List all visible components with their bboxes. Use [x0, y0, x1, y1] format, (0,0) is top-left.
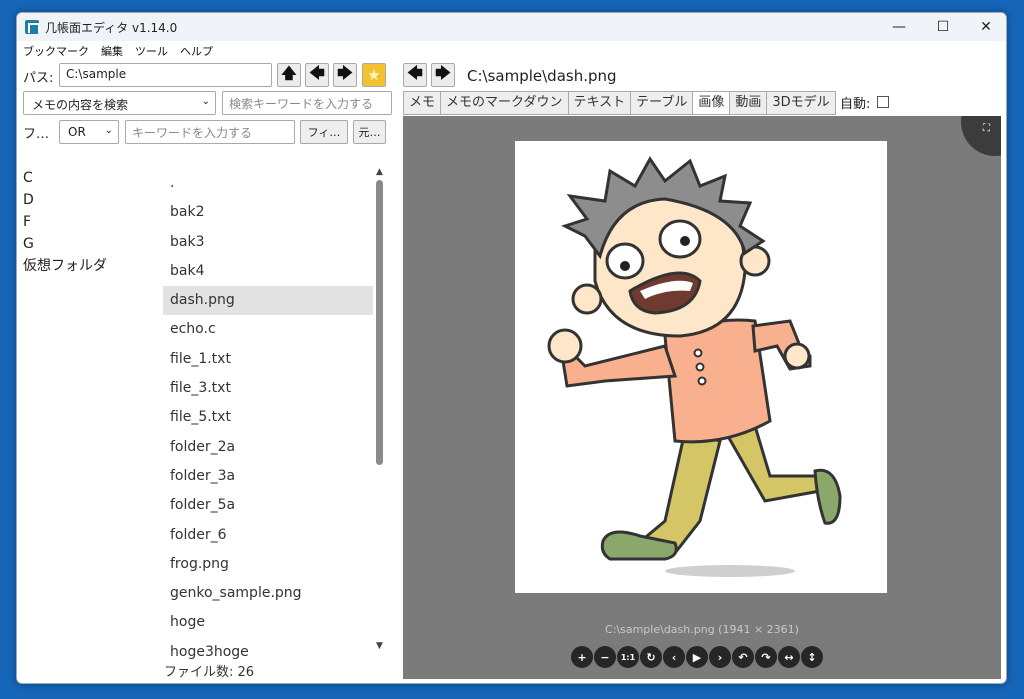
zoom-out-button[interactable]: −	[594, 646, 616, 668]
list-item[interactable]: folder_6	[163, 521, 373, 550]
path-input[interactable]: C:\sample	[59, 63, 272, 87]
arrow-left-icon: 🡄	[407, 63, 423, 82]
menu-bookmark[interactable]: ブックマーク	[23, 43, 89, 59]
title-bar: 几帳面エディタ v1.14.0 — ☐ ✕	[17, 13, 1006, 41]
drive-item-c[interactable]: C	[23, 167, 107, 189]
file-list: . bak2 bak3 bak4 dash.png echo.c file_1.…	[163, 169, 373, 667]
arrow-up-icon: 🡅	[281, 63, 297, 82]
preview-forward-button[interactable]: 🡆	[431, 63, 455, 87]
up-folder-button[interactable]: 🡅	[277, 63, 301, 87]
arrow-left-icon: 🡄	[309, 63, 325, 82]
filter-mode-value: OR	[68, 125, 86, 139]
app-logo-icon	[25, 20, 40, 34]
tab-3d-model[interactable]: 3Dモデル	[766, 91, 836, 115]
preview-image	[515, 141, 887, 593]
list-item[interactable]: file_1.txt	[163, 345, 373, 374]
drive-item-f[interactable]: F	[23, 211, 107, 233]
scroll-down-icon[interactable]: ▼	[376, 641, 383, 651]
auto-checkbox[interactable]	[877, 96, 889, 108]
next-image-button[interactable]: ›	[709, 646, 731, 668]
list-item[interactable]: file_3.txt	[163, 374, 373, 403]
view-tabs: メモ メモのマークダウン テキスト テーブル 画像 動画 3Dモデル	[403, 91, 836, 115]
reset-view-button[interactable]: ↻	[640, 646, 662, 668]
tab-memo-markdown[interactable]: メモのマークダウン	[440, 91, 568, 115]
back-button[interactable]: 🡄	[305, 63, 329, 87]
filter-button[interactable]: フィ…	[300, 120, 348, 144]
preview-back-button[interactable]: 🡄	[403, 63, 427, 87]
scroll-up-icon[interactable]: ▲	[376, 167, 383, 177]
scrollbar-thumb[interactable]	[376, 180, 383, 465]
drive-item-d[interactable]: D	[23, 189, 107, 211]
path-label: パス:	[23, 71, 54, 86]
reset-button[interactable]: 元…	[353, 120, 386, 144]
rotate-left-button[interactable]: ↶	[732, 646, 754, 668]
list-item[interactable]: .	[163, 169, 373, 198]
menu-tools[interactable]: ツール	[135, 43, 168, 59]
drive-list: C D F G 仮想フォルダ	[23, 167, 107, 277]
menu-help[interactable]: ヘルプ	[180, 43, 213, 59]
previous-image-button[interactable]: ‹	[663, 646, 685, 668]
flip-vertical-button[interactable]: ↕	[801, 646, 823, 668]
bookmark-button[interactable]: ★	[362, 63, 386, 87]
list-item-selected[interactable]: dash.png	[163, 286, 373, 316]
filter-keyword-input[interactable]: キーワードを入力する	[125, 120, 295, 144]
list-item[interactable]: echo.c	[163, 315, 373, 344]
tab-image[interactable]: 画像	[692, 91, 730, 115]
list-item[interactable]: folder_2a	[163, 433, 373, 462]
image-caption: C:\sample\dash.png (1941 × 2361)	[605, 623, 799, 636]
list-item[interactable]: hoge	[163, 608, 373, 637]
arrow-right-icon: 🡆	[435, 63, 451, 82]
drive-item-g[interactable]: G	[23, 233, 107, 255]
maximize-button[interactable]: ☐	[921, 13, 965, 41]
tab-table[interactable]: テーブル	[630, 91, 693, 115]
play-button[interactable]: ▶	[686, 646, 708, 668]
image-controls: + − 1:1 ↻ ‹ ▶ › ↶ ↷ ↔ ↕	[571, 646, 823, 668]
list-item[interactable]: folder_5a	[163, 491, 373, 520]
window-title: 几帳面エディタ v1.14.0	[45, 21, 178, 35]
search-keyword-input[interactable]: 検索キーワードを入力する	[222, 91, 392, 115]
chevron-down-icon: ⌄	[201, 96, 210, 107]
menu-bar: ブックマーク 編集 ツール ヘルプ	[17, 41, 1006, 61]
star-icon: ★	[367, 66, 381, 84]
tab-memo[interactable]: メモ	[403, 91, 441, 115]
list-item[interactable]: frog.png	[163, 550, 373, 579]
current-file-path: C:\sample\dash.png	[467, 67, 617, 85]
rotate-right-button[interactable]: ↷	[755, 646, 777, 668]
forward-button[interactable]: 🡆	[333, 63, 357, 87]
close-button[interactable]: ✕	[964, 13, 1006, 41]
list-item[interactable]: bak2	[163, 198, 373, 227]
list-item[interactable]: bak4	[163, 257, 373, 286]
search-scope-select[interactable]: メモの内容を検索 ⌄	[23, 91, 216, 115]
filter-mode-select[interactable]: OR ⌄	[59, 120, 119, 144]
fullscreen-icon[interactable]: ⛶	[983, 124, 993, 134]
image-viewer[interactable]: ⛶ C:\sample\dash.png (1941 × 2361) + − 1…	[403, 116, 1001, 679]
flip-horizontal-button[interactable]: ↔	[778, 646, 800, 668]
search-scope-value: メモの内容を検索	[32, 98, 129, 112]
running-boy-illustration	[547, 156, 842, 577]
list-item[interactable]: genko_sample.png	[163, 579, 373, 608]
drive-item-virtual-folder[interactable]: 仮想フォルダ	[23, 255, 107, 277]
actual-size-button[interactable]: 1:1	[617, 646, 639, 668]
fullscreen-button[interactable]	[961, 116, 1001, 156]
app-window: 几帳面エディタ v1.14.0 — ☐ ✕ ブックマーク 編集 ツール ヘルプ …	[16, 12, 1007, 684]
list-item[interactable]: bak3	[163, 228, 373, 257]
list-item[interactable]: file_5.txt	[163, 403, 373, 432]
file-count: ファイル数: 26	[164, 665, 255, 680]
minimize-button[interactable]: —	[877, 13, 921, 41]
tab-text[interactable]: テキスト	[567, 91, 631, 115]
menu-edit[interactable]: 編集	[101, 43, 123, 59]
tab-video[interactable]: 動画	[729, 91, 767, 115]
arrow-right-icon: 🡆	[337, 63, 353, 82]
auto-label: 自動:	[840, 97, 871, 112]
filter-label: フ…	[23, 127, 50, 142]
chevron-down-icon: ⌄	[104, 125, 113, 136]
list-item[interactable]: folder_3a	[163, 462, 373, 491]
zoom-in-button[interactable]: +	[571, 646, 593, 668]
